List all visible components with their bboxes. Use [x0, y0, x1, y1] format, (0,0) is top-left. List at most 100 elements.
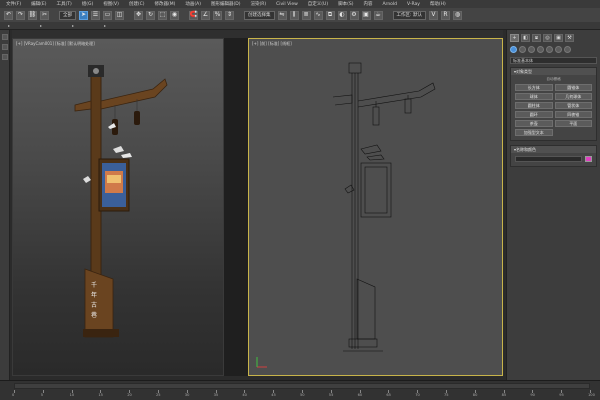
spacewarps-subtab-icon[interactable] [555, 46, 562, 53]
unlink-icon[interactable]: ✂ [40, 10, 49, 20]
align-icon[interactable]: ⫼ [289, 10, 299, 20]
menu-item[interactable]: 编辑(E) [31, 1, 46, 7]
vray-icon-3[interactable]: ◍ [452, 10, 462, 20]
menu-item[interactable]: 内容 [363, 1, 372, 7]
select-object-icon[interactable]: ➤ [79, 10, 88, 20]
vray-icon-2[interactable]: R [440, 10, 450, 20]
systems-subtab-icon[interactable] [564, 46, 571, 53]
front-viewport[interactable]: [+] [前] [标准] [线框] [248, 38, 503, 376]
create-tab-icon[interactable]: + [510, 34, 519, 42]
create-object-button[interactable]: 四棱锥 [554, 111, 592, 118]
rollout-header[interactable]: ▾ 名称和颜色 [511, 146, 596, 153]
scale-icon[interactable]: ⬚ [158, 10, 167, 20]
ruler-tick-label: 15 [98, 393, 103, 397]
create-object-button[interactable]: 圆锥体 [554, 84, 592, 91]
modify-tab-icon[interactable]: ◧ [521, 34, 530, 42]
cameras-subtab-icon[interactable] [537, 46, 544, 53]
hierarchy-tab-icon[interactable]: ⧈ [532, 34, 541, 42]
render-setup-icon[interactable]: ⚙ [349, 10, 359, 20]
autogrid-label[interactable]: 自动栅格 [511, 75, 596, 84]
link-icon[interactable]: ⛓ [28, 10, 37, 20]
menu-item[interactable]: V-Ray [407, 2, 420, 7]
angle-snap-icon[interactable]: ∠ [201, 10, 210, 20]
menu-item[interactable]: 工具(T) [56, 1, 71, 7]
ruler-tick-label: 55 [328, 393, 334, 397]
menu-item[interactable]: 脚本(S) [338, 1, 353, 7]
menu-item[interactable]: 帮助(H) [430, 1, 446, 7]
vray-icon-1[interactable]: V [428, 10, 438, 20]
menu-item[interactable]: 文件(F) [6, 1, 21, 7]
schematic-icon[interactable]: ⧉ [325, 10, 335, 20]
menu-item[interactable]: 视图(V) [103, 1, 119, 7]
window-crossing-icon[interactable]: ◫ [115, 10, 124, 20]
menu-item[interactable]: 自定义(U) [308, 1, 328, 7]
ruler-tick-label: 35 [213, 393, 219, 397]
move-icon[interactable]: ✥ [134, 10, 143, 20]
snap-icon[interactable]: 🧲 [189, 10, 198, 20]
render-icon[interactable]: ☕ [373, 10, 383, 20]
helpers-subtab-icon[interactable] [546, 46, 553, 53]
ruler-tick-label: 25 [156, 393, 161, 397]
rollout-header[interactable]: ▾ 对象类型 [511, 68, 596, 75]
create-object-button[interactable]: 几何球体 [554, 93, 592, 100]
menu-item[interactable]: 组(G) [82, 1, 94, 7]
lights-subtab-icon[interactable] [528, 46, 535, 53]
ribbon-item[interactable]: ▸ [40, 23, 42, 28]
time-ruler[interactable]: 0 5 10 15 20 25 30 35 40 45 50 55 60 65 70 75 80 85 90 95 10… [0, 380, 600, 400]
curve-editor-icon[interactable]: ∿ [313, 10, 323, 20]
layer-icon[interactable]: ≣ [301, 10, 311, 20]
shapes-subtab-icon[interactable] [519, 46, 526, 53]
undo-icon[interactable]: ↶ [4, 10, 13, 20]
place-icon[interactable]: ◉ [170, 10, 179, 20]
create-object-button[interactable]: 茶壶 [515, 120, 553, 127]
create-object-button[interactable]: 球体 [515, 93, 553, 100]
motion-tab-icon[interactable]: ◎ [543, 34, 552, 42]
ruler-tick-label: 75 [444, 393, 449, 397]
menu-item[interactable]: Arnold [382, 2, 397, 7]
menu-item[interactable]: 渲染(R) [250, 1, 266, 7]
layer-explorer-icon[interactable] [2, 44, 8, 50]
create-object-button[interactable]: 长方体 [515, 84, 553, 91]
ribbon-item[interactable]: ▸ [8, 23, 10, 28]
rect-selection-icon[interactable]: ▭ [103, 10, 112, 20]
menu-item[interactable]: 修改器(M) [154, 1, 175, 7]
create-object-button[interactable]: 管状体 [554, 102, 592, 109]
signpost-wireframe [332, 62, 436, 352]
utilities-tab-icon[interactable]: ⚒ [565, 34, 574, 42]
rotate-icon[interactable]: ↻ [146, 10, 155, 20]
named-selection-set-dropdown[interactable]: 创建选择集 [244, 10, 275, 20]
create-object-button[interactable]: 加强型文本 [515, 129, 553, 136]
ruler-tick-label: 95 [559, 393, 564, 397]
render-frame-icon[interactable]: ▣ [361, 10, 371, 20]
time-slider[interactable] [14, 383, 590, 389]
menu-item[interactable]: 图形编辑器(D) [211, 1, 240, 7]
object-color-swatch[interactable] [585, 156, 592, 162]
menu-item[interactable]: 动画(A) [185, 1, 201, 7]
select-by-name-icon[interactable]: ☰ [91, 10, 100, 20]
name-color-rollout: ▾ 名称和颜色 [510, 145, 597, 167]
ribbon-item[interactable]: ▸ [104, 23, 106, 28]
signpost-text-4: 巷 [91, 311, 97, 319]
camera-viewport[interactable]: [+] [VRayCam001] [标准] [默认明暗处理] 千 年 古 巷 [12, 38, 224, 376]
create-object-button[interactable]: 圆柱体 [515, 102, 553, 109]
menu-item[interactable]: 创建(C) [129, 1, 145, 7]
ribbon-item[interactable]: ▸ [72, 23, 74, 28]
mirror-icon[interactable]: ⇋ [277, 10, 287, 20]
filter-icon[interactable] [2, 54, 8, 60]
create-object-button[interactable]: 平面 [554, 120, 592, 127]
redo-icon[interactable]: ↷ [16, 10, 25, 20]
viewport-divider[interactable] [224, 38, 248, 376]
create-object-button[interactable]: 圆环 [515, 111, 553, 118]
object-name-field[interactable] [515, 156, 582, 162]
menu-item[interactable]: Civil View [276, 2, 298, 7]
selection-filter-dropdown[interactable]: 全部 [59, 10, 76, 20]
percent-snap-icon[interactable]: % [213, 10, 222, 20]
workspace-dropdown[interactable]: 工作区: 默认 [392, 10, 426, 20]
geometry-subtab-icon[interactable] [510, 46, 517, 53]
main-toolbar: ↶ ↷ ⛓ ✂ 全部 ➤ ☰ ▭ ◫ ✥ ↻ ⬚ ◉ 🧲 ∠ % ⇕ 创建选择集… [0, 8, 600, 22]
primitive-type-dropdown[interactable]: 标准基本体 [510, 57, 597, 64]
spinner-snap-icon[interactable]: ⇕ [225, 10, 234, 20]
display-tab-icon[interactable]: ▣ [554, 34, 563, 42]
scene-explorer-icon[interactable] [2, 34, 8, 40]
material-editor-icon[interactable]: ◐ [337, 10, 347, 20]
